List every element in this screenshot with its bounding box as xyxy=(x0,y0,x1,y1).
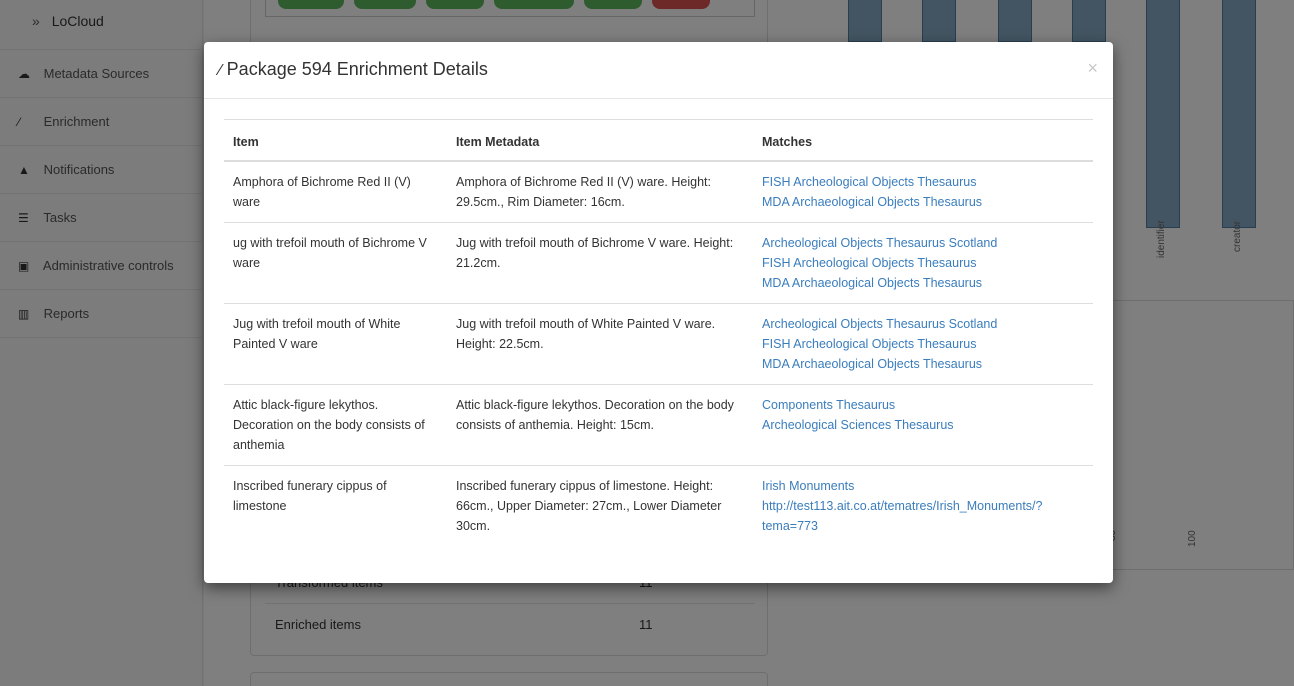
modal-title: ⁄ Package 594 Enrichment Details xyxy=(219,59,488,80)
matches-cell: FISH Archeological Objects Thesaurus MDA… xyxy=(753,160,1093,223)
modal-header: ⁄ Package 594 Enrichment Details × xyxy=(204,42,1113,99)
match-link[interactable]: MDA Archaeological Objects Thesaurus xyxy=(762,273,1085,293)
item-cell: ug with trefoil mouth of Bichrome V ware xyxy=(224,222,447,304)
match-link[interactable]: Irish Monuments xyxy=(762,476,1085,496)
match-link[interactable]: FISH Archeological Objects Thesaurus xyxy=(762,334,1085,354)
matches-cell: Components Thesaurus Archeological Scien… xyxy=(753,384,1093,466)
item-cell: Amphora of Bichrome Red II (V) ware xyxy=(224,160,447,223)
enrichment-table: Item Item Metadata Matches Amphora of Bi… xyxy=(224,119,1093,546)
metadata-cell: Amphora of Bichrome Red II (V) ware. Hei… xyxy=(447,160,753,223)
table-row: Attic black-figure lekythos. Decoration … xyxy=(224,384,1093,466)
match-link[interactable]: Archeological Objects Thesaurus Scotland xyxy=(762,314,1085,334)
table-row: Amphora of Bichrome Red II (V) ware Amph… xyxy=(224,160,1093,223)
table-row: Jug with trefoil mouth of White Painted … xyxy=(224,303,1093,385)
metadata-cell: Jug with trefoil mouth of White Painted … xyxy=(447,303,753,385)
match-link[interactable]: MDA Archaeological Objects Thesaurus xyxy=(762,354,1085,374)
match-link[interactable]: FISH Archeological Objects Thesaurus xyxy=(762,172,1085,192)
modal-title-text: Package 594 Enrichment Details xyxy=(226,59,488,79)
column-header-matches: Matches xyxy=(753,119,1093,162)
table-row: Inscribed funerary cippus of limestone I… xyxy=(224,465,1093,546)
column-header-item: Item xyxy=(224,119,447,162)
matches-cell: Irish Monuments http://test113.ait.co.at… xyxy=(753,465,1093,546)
item-cell: Attic black-figure lekythos. Decoration … xyxy=(224,384,447,466)
metadata-cell: Attic black-figure lekythos. Decoration … xyxy=(447,384,753,466)
enrichment-details-modal: ⁄ Package 594 Enrichment Details × Item I… xyxy=(204,42,1113,583)
metadata-cell: Inscribed funerary cippus of limestone. … xyxy=(447,465,753,546)
match-link[interactable]: Components Thesaurus xyxy=(762,395,1085,415)
magic-wand-icon: ⁄ xyxy=(219,62,222,79)
table-row: ug with trefoil mouth of Bichrome V ware… xyxy=(224,222,1093,304)
matches-cell: Archeological Objects Thesaurus Scotland… xyxy=(753,303,1093,385)
item-cell: Jug with trefoil mouth of White Painted … xyxy=(224,303,447,385)
match-link[interactable]: http://test113.ait.co.at/tematres/Irish_… xyxy=(762,496,1085,536)
match-link[interactable]: Archeological Sciences Thesaurus xyxy=(762,415,1085,435)
table-header-row: Item Item Metadata Matches xyxy=(224,119,1093,162)
close-icon[interactable]: × xyxy=(1087,58,1098,79)
modal-body: Item Item Metadata Matches Amphora of Bi… xyxy=(204,99,1113,546)
match-link[interactable]: Archeological Objects Thesaurus Scotland xyxy=(762,233,1085,253)
match-link[interactable]: MDA Archaeological Objects Thesaurus xyxy=(762,192,1085,212)
match-link[interactable]: FISH Archeological Objects Thesaurus xyxy=(762,253,1085,273)
metadata-cell: Jug with trefoil mouth of Bichrome V war… xyxy=(447,222,753,304)
matches-cell: Archeological Objects Thesaurus Scotland… xyxy=(753,222,1093,304)
item-cell: Inscribed funerary cippus of limestone xyxy=(224,465,447,546)
column-header-item-metadata: Item Metadata xyxy=(447,119,753,162)
